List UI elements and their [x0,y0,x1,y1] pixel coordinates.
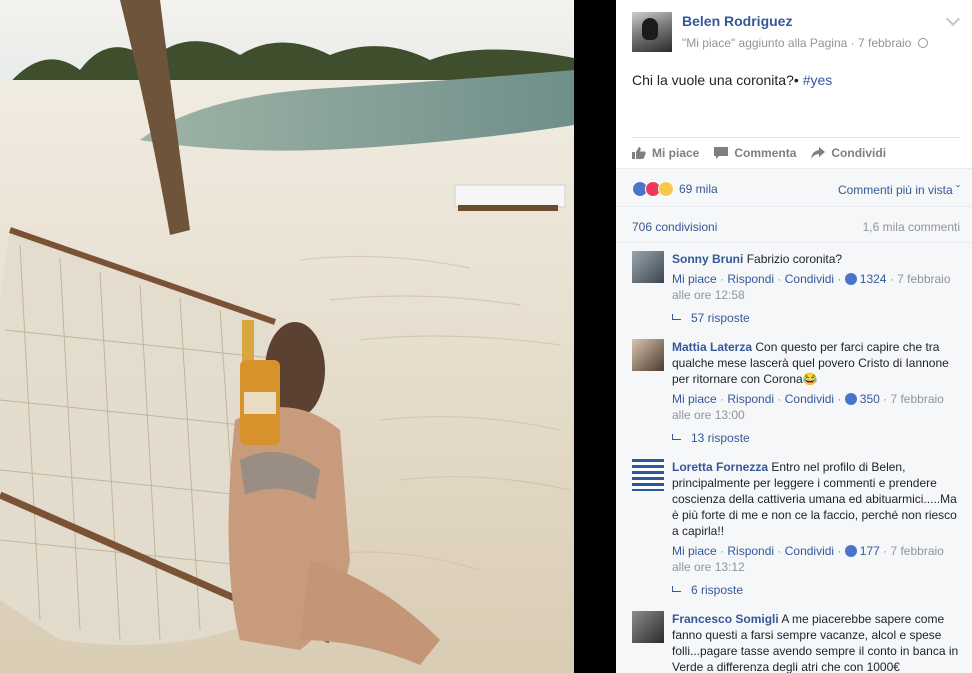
commenter-name[interactable]: Francesco Somigli [672,612,779,626]
share-button[interactable]: Condividi [811,146,886,160]
post-meta: "Mi piace" aggiunto alla Pagina · 7 febb… [682,36,928,50]
like-count-icon [844,545,857,557]
comment-list: Sonny Bruni Fabrizio coronita? Mi piace … [616,242,972,673]
comment-reply-link[interactable]: Rispondi [727,272,774,286]
post-body: Chi la vuole una coronita?• [632,72,799,88]
top-comments-dropdown[interactable]: Commenti più in vista ˇ [838,183,960,197]
comment-body: Loretta Fornezza Entro nel profilo di Be… [672,459,962,575]
reaction-count[interactable]: 69 mila [679,182,718,196]
comment-button-label: Commenta [734,145,797,160]
commenter-name[interactable]: Loretta Fornezza [672,460,768,474]
chevron-down-icon[interactable] [945,11,961,27]
like-button[interactable]: Mi piace [632,146,699,160]
comment-reply-link[interactable]: Rispondi [727,544,774,558]
post-photo[interactable] [0,0,574,673]
share-count-link[interactable]: 706 condivisioni [632,220,717,234]
replies-count: 6 risposte [691,583,744,597]
hashtag-link[interactable]: #yes [803,72,833,88]
like-count-icon [844,273,857,285]
commenter-avatar[interactable] [632,339,664,371]
globe-icon [917,38,928,48]
view-replies-link[interactable]: 57 risposte [672,311,750,325]
comment-like-link[interactable]: Mi piace [672,544,717,558]
replies-count: 13 risposte [691,431,750,445]
commenter-avatar[interactable] [632,459,664,491]
reply-arrow-icon [672,586,681,592]
post-text: Chi la vuole una coronita?• #yes [632,72,832,88]
comment-meta: Mi piace · Rispondi · Condividi · 177 · … [672,544,944,574]
post-header: Belen Rodriguez "Mi piace" aggiunto alla… [616,0,972,64]
thumbs-up-icon [632,146,646,159]
meta-separator: · [850,36,858,50]
wow-reaction-icon [658,181,674,197]
comment-reply-link[interactable]: Rispondi [727,392,774,406]
comment-icon [714,146,729,159]
reactions-bar: 69 mila Commenti più in vista ˇ [616,168,972,206]
commenter-avatar[interactable] [632,251,664,283]
page-name-link[interactable]: Belen Rodriguez [682,13,792,29]
comment-button[interactable]: Commenta [714,146,796,160]
comment-body: Francesco Somigli A me piacerebbe sapere… [672,611,962,673]
comment-share-link[interactable]: Condividi [785,272,834,286]
commenter-name[interactable]: Sonny Bruni [672,252,743,266]
post-action-bar: Mi piace Commenta Condividi [632,137,960,167]
comment-body: Sonny Bruni Fabrizio coronita? Mi piace … [672,251,962,303]
comment-body: Mattia Laterza Con questo per farci capi… [672,339,962,423]
comment-like-link[interactable]: Mi piace [672,392,717,406]
comment-share-link[interactable]: Condividi [785,392,834,406]
view-replies-link[interactable]: 13 risposte [672,431,750,445]
comment-meta: Mi piace · Rispondi · Condividi · 1324 ·… [672,272,951,302]
commenter-avatar[interactable] [632,611,664,643]
comment-share-link[interactable]: Condividi [785,544,834,558]
commenter-name[interactable]: Mattia Laterza [672,340,752,354]
comment-like-count[interactable]: 350 [860,392,880,406]
comment-meta: Mi piace · Rispondi · Condividi · 350 · … [672,392,944,422]
comment-like-link[interactable]: Mi piace [672,272,717,286]
share-button-label: Condividi [831,145,887,160]
reply-arrow-icon [672,434,681,440]
comment-like-count[interactable]: 177 [860,544,880,558]
comment-count[interactable]: 1,6 mila commenti [863,220,960,234]
comment-text: Fabrizio coronita? [746,252,843,266]
meta-action: "Mi piace" aggiunto alla Pagina [682,36,848,50]
page-avatar[interactable] [632,12,672,52]
share-arrow-icon [811,146,826,159]
counts-bar: 706 condivisioni 1,6 mila commenti [616,206,972,242]
replies-count: 57 risposte [691,311,750,325]
reactions-summary[interactable]: 69 mila [632,181,718,197]
comment-like-count[interactable]: 1324 [860,272,887,286]
like-button-label: Mi piace [652,145,700,160]
view-replies-link[interactable]: 6 risposte [672,583,743,597]
post-date-link[interactable]: 7 febbraio [858,36,911,50]
beach-photo-illustration [0,0,574,673]
post-side-panel: Belen Rodriguez "Mi piace" aggiunto alla… [616,0,972,673]
reply-arrow-icon [672,314,681,320]
like-count-icon [844,393,857,405]
